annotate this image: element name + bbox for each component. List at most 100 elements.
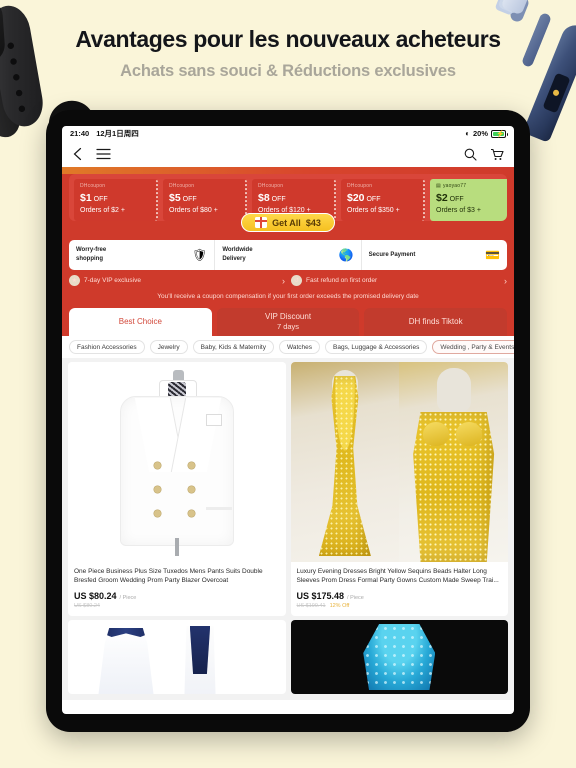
coupon-tag: DHcoupon bbox=[169, 183, 195, 189]
product-price: US $175.48 bbox=[296, 591, 345, 601]
seller-coupon-icon: ▤ bbox=[436, 183, 441, 189]
product-grid-partial bbox=[62, 620, 514, 700]
chevron-left-icon[interactable] bbox=[72, 147, 83, 161]
coupon-off-label: OFF bbox=[93, 196, 108, 203]
jacket-button bbox=[153, 486, 161, 493]
chip-bags-luggage-accessories[interactable]: Bags, Luggage & Accessories bbox=[325, 340, 428, 354]
product-grid: One Piece Business Plus Size Tuxedos Men… bbox=[62, 358, 514, 620]
get-all-button[interactable]: Get All $43 bbox=[241, 213, 335, 232]
benefit-text: Secure Payment bbox=[369, 251, 416, 260]
blue-ruffle-gown bbox=[363, 624, 436, 690]
coupon-amount: $20 bbox=[347, 192, 365, 204]
tab-vip-discount[interactable]: VIP Discount 7 days bbox=[216, 308, 360, 336]
benefit-line1: Worry-free bbox=[76, 247, 107, 253]
white-tuxedo-illustration bbox=[102, 370, 252, 556]
search-icon[interactable] bbox=[464, 148, 477, 161]
product-info: Luxury Evening Dresses Bright Yellow Seq… bbox=[291, 562, 509, 616]
product-card-tuxedo[interactable]: One Piece Business Plus Size Tuxedos Men… bbox=[68, 362, 286, 616]
product-unit: / Piece bbox=[119, 595, 137, 601]
benefit-card[interactable]: Secure Payment 💳 bbox=[362, 240, 507, 270]
tablet-screen: 21:40 12月1日周四 ◐ 20% ⚡ DHcoupon $1 OFF Or… bbox=[62, 126, 514, 714]
vip-banner-label: Fast refund on first order bbox=[306, 277, 378, 284]
product-card-blue-gown[interactable] bbox=[290, 620, 508, 694]
coupon-off-label: OFF bbox=[182, 196, 197, 203]
mannequin-pole bbox=[174, 538, 179, 556]
mannequin-bust bbox=[436, 368, 471, 412]
chevron-right-icon[interactable]: › bbox=[282, 276, 285, 286]
gold-dress-panel-left bbox=[290, 362, 400, 562]
product-image-gold-dress bbox=[290, 362, 508, 562]
jacket-button bbox=[187, 486, 195, 493]
tab-label: Best Choice bbox=[118, 316, 162, 326]
hamburger-menu-icon[interactable] bbox=[96, 148, 111, 160]
coupon-tag: yaoyao77 bbox=[442, 183, 467, 189]
coupon-tag: DHcoupon bbox=[347, 183, 373, 189]
benefit-text: Worry-free shopping bbox=[76, 246, 106, 264]
vip-banner-row: ★ 7-day VIP exclusive › ↺ Fast refund on… bbox=[69, 275, 507, 286]
category-chip-row: Fashion Accessories Jewelry Baby, Kids &… bbox=[62, 336, 514, 358]
product-old-price-row: US $80.24 bbox=[74, 603, 280, 609]
coupon-amount-row: $2 OFF bbox=[436, 192, 506, 204]
headline-block: Avantages pour les nouveaux acheteurs Ac… bbox=[0, 26, 576, 81]
chip-jewelry[interactable]: Jewelry bbox=[149, 340, 188, 354]
promo-note: You'll receive a coupon compensation if … bbox=[157, 293, 419, 300]
product-price-row: US $80.24 / Piece bbox=[74, 591, 280, 601]
page-title: Avantages pour les nouveaux acheteurs bbox=[75, 26, 501, 52]
product-title: Luxury Evening Dresses Bright Yellow Seq… bbox=[296, 568, 499, 585]
vip-banner-item[interactable]: ★ 7-day VIP exclusive › bbox=[69, 275, 285, 286]
credit-card-icon: 💳 bbox=[485, 248, 500, 262]
gold-gown-full bbox=[318, 376, 371, 556]
status-bar: 21:40 12月1日周四 ◐ 20% ⚡ bbox=[62, 126, 514, 141]
benefit-line2: Delivery bbox=[222, 256, 246, 262]
status-time: 21:40 bbox=[70, 129, 90, 138]
tab-best-choice[interactable]: Best Choice bbox=[69, 308, 212, 336]
get-all-label: Get All bbox=[272, 217, 301, 228]
gown-bodice-cup bbox=[455, 422, 482, 446]
promo-section: DHcoupon $1 OFF Orders of $2 + DHcoupon … bbox=[62, 167, 514, 336]
coupon-tag: DHcoupon bbox=[258, 183, 284, 189]
battery-percent-label: 20% bbox=[472, 129, 488, 138]
jacket-pocket bbox=[205, 507, 232, 510]
product-card-wedding-dress[interactable] bbox=[68, 620, 286, 694]
benefit-card[interactable]: Worldwide Delivery 🌎 bbox=[215, 240, 362, 270]
tab-dh-finds-tiktok[interactable]: DH finds Tiktok bbox=[364, 308, 508, 336]
vip-badge-icon: ★ bbox=[69, 275, 80, 286]
product-old-price: US $80.24 bbox=[74, 603, 100, 609]
coupon-amount-row: $1 OFF bbox=[80, 192, 150, 204]
product-title: One Piece Business Plus Size Tuxedos Men… bbox=[74, 568, 263, 585]
vip-banner-label: 7-day VIP exclusive bbox=[84, 277, 141, 284]
chevron-right-icon[interactable]: › bbox=[504, 276, 507, 286]
coupon-amount-row: $8 OFF bbox=[258, 192, 328, 204]
product-old-price-row: US $199.41 12% Off bbox=[297, 603, 503, 609]
coupon-amount-row: $5 OFF bbox=[169, 192, 239, 204]
coupon-amount: $5 bbox=[169, 192, 181, 204]
tablet-device-frame: 21:40 12月1日周四 ◐ 20% ⚡ DHcoupon $1 OFF Or… bbox=[46, 110, 530, 732]
coupon-amount: $2 bbox=[436, 192, 448, 204]
pocket-square bbox=[205, 414, 222, 426]
benefit-card[interactable]: Worry-free shopping 🛡 bbox=[69, 240, 216, 270]
page-subtitle: Achats sans souci & Réductions exclusive… bbox=[120, 62, 456, 80]
white-navy-wedding-dress bbox=[98, 628, 154, 694]
product-price: US $80.24 bbox=[74, 591, 117, 601]
product-card-gold-dress[interactable]: Luxury Evening Dresses Bright Yellow Seq… bbox=[290, 362, 509, 616]
chip-watches[interactable]: Watches bbox=[278, 340, 320, 354]
promo-top-gradient bbox=[62, 167, 514, 174]
chip-baby-kids-maternity[interactable]: Baby, Kids & Maternity bbox=[192, 340, 274, 354]
gold-dress-illustration bbox=[290, 362, 508, 562]
coupon-off-label: OFF bbox=[271, 196, 286, 203]
product-discount: 12% Off bbox=[329, 603, 350, 609]
jacket-button bbox=[153, 462, 161, 469]
coupon-amount-row: $20 OFF bbox=[347, 192, 417, 204]
vip-banner-item[interactable]: ↺ Fast refund on first order › bbox=[291, 275, 507, 286]
coupon-amount: $1 bbox=[80, 192, 92, 204]
chip-wedding-party-events[interactable]: Wedding , Party & Events bbox=[432, 340, 514, 354]
app-nav-bar bbox=[62, 141, 514, 167]
battery-charging-icon: ⚡ bbox=[491, 129, 508, 138]
gift-icon bbox=[255, 217, 268, 228]
shopping-cart-icon[interactable] bbox=[490, 148, 504, 161]
chip-fashion-accessories[interactable]: Fashion Accessories bbox=[69, 340, 145, 354]
jacket-button bbox=[153, 510, 161, 517]
product-price-row: US $175.48 / Piece bbox=[297, 591, 503, 601]
gold-dress-panel-right bbox=[399, 362, 508, 562]
refund-icon: ↺ bbox=[291, 275, 302, 286]
